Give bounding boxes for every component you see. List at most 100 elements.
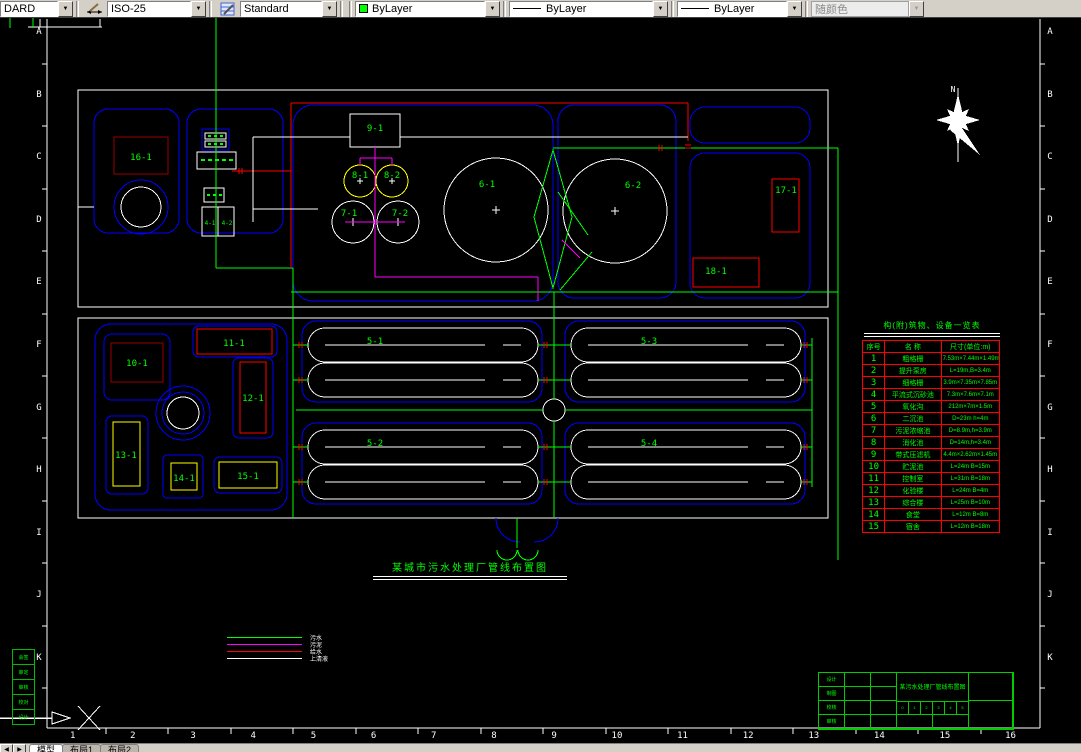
- dim-dropdown-icon[interactable]: ▼: [191, 0, 206, 17]
- label-11-1: 11-1: [223, 339, 245, 349]
- grid-letter: I: [36, 527, 42, 538]
- cell-no: 11: [861, 472, 886, 485]
- label-4-1: 4-1: [205, 220, 216, 227]
- structures-table[interactable]: 构(附)筑物、设备一览表 序号 名 称 尺寸(单位:m) 1 粗格栅 7.53m…: [861, 320, 1002, 533]
- cell-no: 7: [861, 424, 886, 437]
- cell-size: 3.9m×7.35m×7.85m: [940, 376, 1001, 389]
- dimstyle-combo[interactable]: DARD ▼: [0, 0, 73, 17]
- titleblock-label: 制图: [818, 686, 845, 701]
- titleblock-cell: [932, 714, 969, 729]
- titleblock-cell: [870, 700, 897, 715]
- sewage-pipes[interactable]: [9, 18, 839, 561]
- cell-name: 消化池: [884, 436, 942, 449]
- grid-letter: C: [36, 152, 42, 163]
- cell-name: 提升泵房: [884, 364, 942, 377]
- linetype-combo[interactable]: ByLayer ▼: [509, 0, 668, 17]
- titleblock-cell: [968, 672, 1013, 701]
- dim-combo[interactable]: ISO-25 ▼: [107, 0, 206, 17]
- label-13-1: 13-1: [115, 451, 137, 461]
- signature-strip: 会签 审定 审核 校对 设计: [12, 649, 35, 725]
- signature-cell: 审核: [12, 679, 35, 695]
- label-14-1: 14-1: [173, 474, 195, 484]
- table-row: 13 综合楼 L=25m B=10m: [861, 496, 1001, 509]
- tab-nav-prev-button[interactable]: ◀: [0, 744, 13, 752]
- label-5-3: 5-3: [641, 337, 657, 347]
- color-value-field[interactable]: ByLayer: [355, 0, 485, 17]
- header-no: 序号: [861, 340, 886, 353]
- layout-tab-bar: ◀ ▶ 模型 布局1 布局2: [0, 743, 1081, 752]
- process-tanks[interactable]: [120, 157, 668, 430]
- signature-cell: 校对: [12, 694, 35, 710]
- buildings[interactable]: [110, 113, 800, 491]
- titleblock-row: 设计: [818, 672, 897, 687]
- grid-letter: H: [1047, 465, 1053, 476]
- grid-letter: K: [1047, 652, 1053, 663]
- label-7-2: 7-2: [392, 209, 408, 219]
- label-9-1: 9-1: [367, 124, 383, 134]
- color-swatch-icon: [359, 4, 368, 13]
- label-7-1: 7-1: [341, 209, 357, 219]
- grid-number: 8: [491, 731, 497, 741]
- toolbar-separator: [349, 0, 352, 17]
- label-15-1: 15-1: [237, 472, 259, 482]
- cell-name: 综合楼: [884, 496, 942, 509]
- lineweight-combo[interactable]: ByLayer ▼: [677, 0, 802, 17]
- plant-boundary[interactable]: [77, 89, 829, 519]
- color-dropdown-icon[interactable]: ▼: [485, 0, 500, 17]
- roads[interactable]: [93, 104, 811, 543]
- dim-value[interactable]: ISO-25: [107, 0, 191, 17]
- grid-letter: C: [1047, 152, 1053, 163]
- dimension-style-icon[interactable]: [84, 0, 105, 17]
- water-pipes[interactable]: [232, 102, 689, 268]
- textstyle-value[interactable]: Standard: [240, 0, 322, 17]
- layout-tab[interactable]: 模型: [29, 744, 64, 752]
- legend-line-sample: [227, 637, 302, 638]
- lineweight-dropdown-icon[interactable]: ▼: [787, 0, 802, 17]
- grid-number: 4: [250, 731, 256, 741]
- table-row: 5 氧化沟 212m×7m×1.5m: [861, 400, 1001, 413]
- linetype-sample-icon: [513, 8, 541, 9]
- legend-line-sample: [227, 658, 302, 659]
- titleblock-row: 校核: [818, 700, 897, 715]
- cell-no: 10: [861, 460, 886, 473]
- textstyle-dropdown-icon[interactable]: ▼: [322, 0, 337, 17]
- cell-size: L=31m B=18m: [940, 472, 1001, 485]
- table-row: 9 带式压滤机 4.4m×2.62m×1.45m: [861, 448, 1001, 461]
- valve-marks: [238, 144, 808, 485]
- layout-tab[interactable]: 布局2: [100, 744, 140, 752]
- toolbar-separator: [671, 0, 674, 17]
- drawing-title: 某城市污水处理厂管线布置图: [392, 563, 548, 574]
- grid-letter: J: [36, 590, 42, 601]
- cell-no: 6: [861, 412, 886, 425]
- grid-letter: A: [36, 27, 42, 37]
- plotstyle-dropdown-icon: ▼: [909, 0, 924, 17]
- textstyle-combo[interactable]: Standard ▼: [240, 0, 337, 17]
- north-arrow-icon: N: [936, 85, 980, 162]
- dimstyle-dropdown-icon[interactable]: ▼: [58, 0, 73, 17]
- linetype-dropdown-icon[interactable]: ▼: [653, 0, 668, 17]
- titleblock-cell: [870, 714, 897, 729]
- cell-size: L=24m B=15m: [940, 460, 1001, 473]
- table-row: 2 提升泵房 L=19m,B=3.4m: [861, 364, 1001, 377]
- linetype-value: ByLayer: [546, 2, 587, 15]
- header-name: 名 称: [884, 340, 942, 353]
- digester-tanks[interactable]: [343, 164, 409, 198]
- table-row: 4 平流式沉砂池 7.3m×7.6m×7.1m: [861, 388, 1001, 401]
- text-style-icon[interactable]: [217, 0, 238, 17]
- grid-letter: F: [36, 339, 42, 350]
- table-row: 3 细格栅 3.9m×7.35m×7.85m: [861, 376, 1001, 389]
- layout-tab[interactable]: 布局1: [62, 744, 102, 752]
- lineweight-value-field[interactable]: ByLayer: [677, 0, 787, 17]
- linetype-value-field[interactable]: ByLayer: [509, 0, 653, 17]
- cell-no: 13: [861, 496, 886, 509]
- lineweight-sample-icon: [681, 8, 709, 9]
- color-combo[interactable]: ByLayer ▼: [355, 0, 500, 17]
- dimstyle-value[interactable]: DARD: [0, 0, 58, 17]
- grid-number: 10: [611, 731, 623, 741]
- label-5-2: 5-2: [367, 439, 383, 449]
- legend-label: 上清液: [310, 657, 329, 663]
- cell-size: L=12m B=18m: [940, 520, 1001, 533]
- tab-nav-next-button[interactable]: ▶: [13, 744, 26, 752]
- cell-name: 宿舍: [884, 520, 942, 533]
- cell-no: 12: [861, 484, 886, 497]
